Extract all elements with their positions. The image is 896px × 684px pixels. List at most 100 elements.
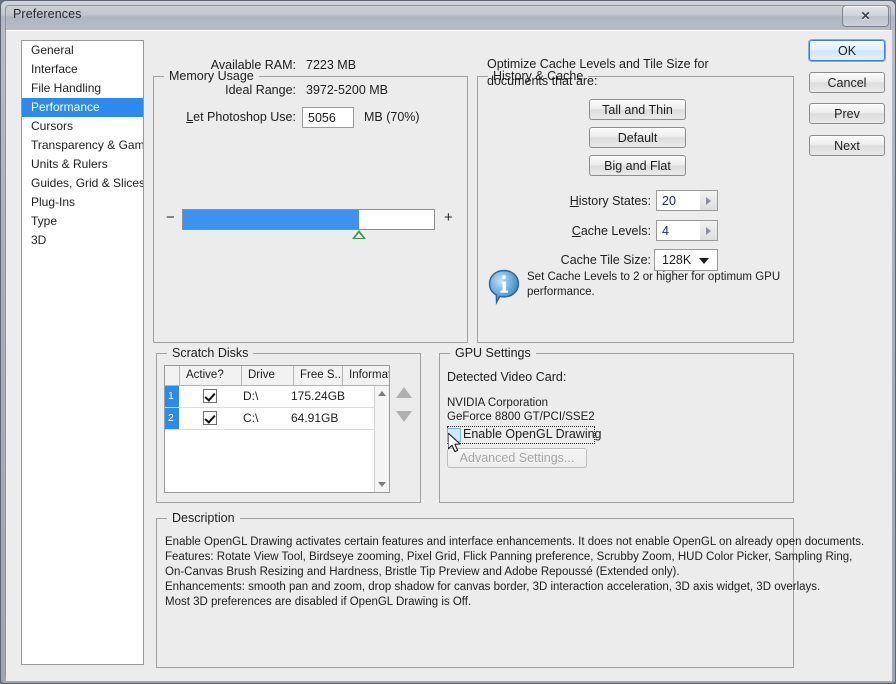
let-photoshop-use-input[interactable] [302,107,354,128]
sidebar-item-guides-grid-slices[interactable]: Guides, Grid & Slices [22,174,143,193]
move-disk-up-button[interactable] [396,387,412,398]
free-space-cell: 175.24GB [291,389,346,403]
scratch-disks-title: Scratch Disks [167,346,254,360]
tall-and-thin-button[interactable]: Tall and Thin [589,99,686,120]
sidebar-item-interface[interactable]: Interface [22,60,143,79]
scratch-disks-table[interactable]: Active? Drive Free S... Information 1 D:\… [164,365,390,493]
sidebar-item-transparency-gamut[interactable]: Transparency & Gamut [22,136,143,155]
scratch-disks-header-row: Active? Drive Free S... Information [165,366,389,386]
ok-button[interactable]: OK [809,40,885,61]
available-ram-label: Available RAM: [210,58,296,72]
category-list-items: General Interface File Handling Performance… [22,41,143,250]
sidebar-item-file-handling[interactable]: File Handling [22,79,143,98]
history-states-value[interactable]: 20 [656,190,701,211]
big-and-flat-button[interactable]: Big and Flat [589,155,686,176]
memory-slider-fill [183,210,359,229]
cache-levels-label: Cache Levels: [571,224,651,238]
info-icon [488,269,522,310]
cache-tile-size-label: Cache Tile Size: [560,253,651,267]
sidebar-item-units-rulers[interactable]: Units & Rulers [22,155,143,174]
scratch-col-index [165,366,180,385]
scratch-col-drive: Drive [242,366,294,385]
cache-levels-increment-button[interactable] [700,220,718,241]
drive-cell: D:\ [243,389,259,403]
chevron-right-icon [706,196,711,205]
detected-video-card-label: Detected Video Card: [447,370,567,384]
scratch-col-active: Active? [180,366,242,385]
sidebar-item-label: Type [31,214,58,228]
row-index: 1 [165,386,179,407]
sidebar-item-3d[interactable]: 3D [22,231,143,250]
free-space-cell: 64.91GB [291,411,339,425]
next-button[interactable]: Next [809,135,885,156]
sidebar-item-label: Cursors [31,119,74,133]
gpu-tip-line1: Set Cache Levels to 2 or higher for opti… [527,271,781,283]
sidebar-item-label: 3D [31,233,47,247]
sidebar-item-type[interactable]: Type [22,212,143,231]
active-checkbox[interactable] [203,389,217,403]
triangle-down-icon [378,482,386,487]
enable-opengl-label[interactable]: Enable OpenGL Drawing [463,427,602,441]
sidebar-item-label: File Handling [31,81,102,95]
default-button[interactable]: Default [589,127,686,148]
memory-slider-marker-inner [355,233,363,238]
sidebar-item-label: Performance [31,100,100,114]
sidebar-item-performance[interactable]: Performance [22,98,143,117]
triangle-up-icon [378,391,386,396]
description-title: Description [167,511,240,525]
scratch-col-free: Free S... [294,366,343,385]
cache-levels-stepper[interactable]: 4 [656,220,718,241]
row-index: 2 [165,408,179,429]
available-ram-value: 7223 MB [306,58,357,72]
gpu-vendor: NVIDIA Corporation [447,397,548,409]
active-checkbox[interactable] [203,411,217,425]
description-line: Most 3D preferences are disabled if Open… [165,596,472,608]
close-icon: ✕ [860,9,871,23]
preferences-dialog: Preferences ✕ General Interface File Handl… [0,0,896,684]
sidebar-item-label: Plug-Ins [31,195,76,209]
description-line: Enable OpenGL Drawing activates certain … [165,536,865,548]
history-states-stepper[interactable]: 20 [656,190,718,211]
advanced-settings-button[interactable]: Advanced Settings... [447,448,587,468]
gpu-settings-title: GPU Settings [450,346,536,360]
scratch-disks-scrollbar[interactable] [374,386,389,492]
enable-opengl-checkbox[interactable] [447,428,461,442]
description-line: Enhancements: smooth pan and zoom, drop … [165,581,821,593]
chevron-right-icon [706,226,711,235]
move-disk-down-button[interactable] [396,411,412,422]
optimize-hint-line1: Optimize Cache Levels and Tile Size for [487,57,709,71]
gpu-model: GeForce 8800 GT/PCI/SSE2 [447,411,595,423]
category-list[interactable]: General Interface File Handling Performance… [21,40,144,665]
scrollbar-down-button[interactable] [375,477,389,492]
scrollbar-up-button[interactable] [375,386,389,401]
slider-minus-label[interactable]: − [166,209,175,226]
sidebar-item-plug-ins[interactable]: Plug-Ins [22,193,143,212]
cache-levels-value[interactable]: 4 [656,220,701,241]
scratch-col-information: Information [349,369,390,381]
table-row[interactable]: 1 D:\ 175.24GB [165,386,389,408]
title-bar: Preferences ✕ [1,1,895,30]
prev-button[interactable]: Prev [809,103,885,124]
table-row[interactable]: 2 C:\ 64.91GB [165,408,389,430]
slider-plus-label[interactable]: + [444,209,453,226]
sidebar-item-label: Transparency & Gamut [31,138,144,152]
cancel-button[interactable]: Cancel [809,72,885,93]
chevron-down-icon [699,258,709,264]
let-photoshop-use-suffix: MB (70%) [364,110,420,124]
sidebar-item-label: Guides, Grid & Slices [31,176,144,190]
let-photoshop-use-label: Let Photoshop Use: [186,110,296,124]
ideal-range-value: 3972-5200 MB [306,83,389,97]
sidebar-item-cursors[interactable]: Cursors [22,117,143,136]
sidebar-item-general[interactable]: General [22,41,143,60]
ideal-range-label: Ideal Range: [225,83,296,97]
close-button[interactable]: ✕ [842,5,889,27]
memory-slider-marker[interactable] [352,230,366,239]
cache-tile-size-select[interactable]: 128K [654,249,718,271]
description-line: On-Canvas Brush Resizing and Hardness, B… [165,566,680,578]
window-title: Preferences [13,7,82,21]
sidebar-item-label: Interface [31,62,78,76]
history-states-increment-button[interactable] [700,190,718,211]
memory-slider[interactable] [182,209,435,230]
sidebar-item-label: General [31,43,74,57]
sidebar-item-label: Units & Rulers [31,157,108,171]
